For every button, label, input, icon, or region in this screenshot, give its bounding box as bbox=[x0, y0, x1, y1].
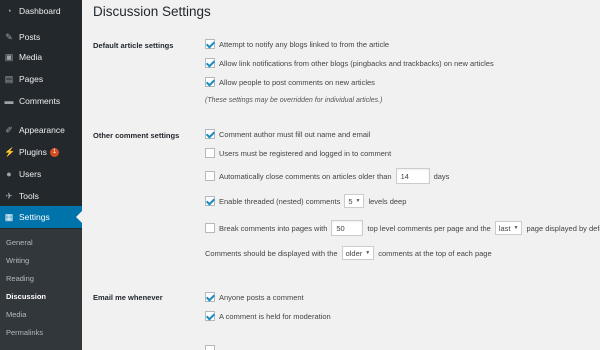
held-moderation-checkbox[interactable] bbox=[205, 311, 215, 321]
registered-option[interactable]: Users must be registered and logged in t… bbox=[205, 148, 391, 158]
sidebar-item-plugins[interactable]: ⚡ Plugins 1 bbox=[0, 141, 82, 163]
sidebar-item-label: Pages bbox=[19, 74, 44, 84]
link-notifications-option[interactable]: Allow link notifications from other blog… bbox=[205, 58, 494, 68]
option-label: levels deep bbox=[368, 196, 407, 206]
display-order-row: Comments should be displayed with the ol… bbox=[205, 246, 492, 260]
option-label: Comment author must fill out name and em… bbox=[219, 129, 371, 139]
anyone-posts-option[interactable]: Anyone posts a comment bbox=[205, 292, 304, 302]
option-label: page displayed by default bbox=[526, 223, 600, 233]
sidebar-item-pages[interactable]: ▤ Pages bbox=[0, 68, 82, 90]
option-label: Break comments into pages with bbox=[219, 223, 328, 233]
submenu-item-media[interactable]: Media bbox=[6, 310, 26, 319]
sidebar-item-users[interactable]: ● Users bbox=[0, 163, 82, 185]
submenu-item-general[interactable]: General bbox=[6, 238, 33, 247]
threaded-comments-option[interactable]: Enable threaded (nested) comments 5 ▼ lev… bbox=[205, 194, 406, 208]
sidebar-item-label: Posts bbox=[19, 32, 41, 42]
close-days-input[interactable]: 14 bbox=[395, 168, 430, 184]
submenu-item-writing[interactable]: Writing bbox=[6, 256, 29, 265]
sidebar-item-label: Plugins bbox=[19, 147, 47, 157]
option-label: top level comments per page and the bbox=[367, 223, 491, 233]
plugin-icon: ⚡ bbox=[4, 147, 16, 157]
option-label: days bbox=[433, 171, 450, 181]
sidebar-item-label: Appearance bbox=[19, 125, 65, 135]
notify-blogs-option[interactable]: Attempt to notify any blogs linked to fr… bbox=[205, 39, 389, 49]
next-option-checkbox[interactable] bbox=[205, 345, 215, 350]
chevron-down-icon: ▼ bbox=[355, 198, 361, 204]
default-page-select[interactable]: last ▼ bbox=[494, 221, 523, 235]
email-me-whenever-label: Email me whenever bbox=[93, 293, 163, 302]
sidebar-item-settings[interactable]: ▦ Settings bbox=[0, 206, 82, 228]
admin-sidebar: ◔ Dashboard ✎ Posts ▣ Media ▤ Pages ▬ Co… bbox=[0, 0, 82, 350]
sidebar-item-dashboard[interactable]: ◔ Dashboard bbox=[0, 0, 82, 22]
sidebar-item-posts[interactable]: ✎ Posts bbox=[0, 26, 82, 48]
default-page-value: last bbox=[498, 223, 511, 233]
comment-order-select[interactable]: older ▼ bbox=[341, 246, 375, 260]
thread-depth-value: 5 bbox=[348, 196, 353, 206]
sidebar-item-tools[interactable]: ✈ Tools bbox=[0, 185, 82, 207]
comment-icon: ▬ bbox=[4, 96, 14, 106]
option-label: A comment is held for moderation bbox=[219, 311, 331, 321]
user-icon: ● bbox=[6, 169, 12, 179]
option-label: Attempt to notify any blogs linked to fr… bbox=[219, 39, 390, 49]
settings-icon: ▦ bbox=[4, 212, 14, 222]
link-notifications-checkbox[interactable] bbox=[205, 58, 215, 68]
brush-icon: ✐ bbox=[5, 125, 13, 135]
sidebar-item-appearance[interactable]: ✐ Appearance bbox=[0, 119, 82, 141]
sidebar-item-media[interactable]: ▣ Media bbox=[0, 46, 82, 68]
pin-icon: ✎ bbox=[5, 32, 13, 42]
held-moderation-option[interactable]: A comment is held for moderation bbox=[205, 311, 331, 321]
anyone-posts-checkbox[interactable] bbox=[205, 292, 215, 302]
submenu-item-permalinks[interactable]: Permalinks bbox=[6, 328, 43, 337]
option-label: Comments should be displayed with the bbox=[205, 248, 338, 258]
sidebar-item-label: Tools bbox=[19, 191, 39, 201]
sidebar-item-label: Comments bbox=[19, 96, 61, 106]
allow-comments-option[interactable]: Allow people to post comments on new art… bbox=[205, 77, 375, 87]
author-fill-option[interactable]: Comment author must fill out name and em… bbox=[205, 129, 370, 139]
thread-depth-select[interactable]: 5 ▼ bbox=[344, 194, 365, 208]
plugin-update-badge: 1 bbox=[49, 147, 60, 157]
sidebar-item-label: Users bbox=[19, 169, 42, 179]
option-label: Allow people to post comments on new art… bbox=[219, 77, 375, 87]
option-label: comments at the top of each page bbox=[378, 248, 492, 258]
page-icon: ▤ bbox=[4, 74, 14, 84]
other-comment-settings-label: Other comment settings bbox=[93, 131, 180, 140]
sidebar-item-comments[interactable]: ▬ Comments bbox=[0, 90, 82, 112]
break-pages-option[interactable]: Break comments into pages with 50 top le… bbox=[205, 220, 600, 236]
auto-close-checkbox[interactable] bbox=[205, 171, 215, 181]
option-label: Users must be registered and logged in t… bbox=[219, 148, 392, 158]
chevron-down-icon: ▼ bbox=[365, 250, 371, 256]
comment-order-value: older bbox=[345, 248, 363, 258]
sidebar-item-label: Dashboard bbox=[19, 6, 61, 16]
option-label: Anyone posts a comment bbox=[219, 292, 304, 302]
wrench-icon: ✈ bbox=[5, 191, 13, 201]
override-note: (These settings may be overridden for in… bbox=[205, 97, 383, 104]
submenu-item-discussion[interactable]: Discussion bbox=[6, 292, 46, 301]
default-article-settings-label: Default article settings bbox=[93, 41, 174, 50]
break-pages-checkbox[interactable] bbox=[205, 223, 215, 233]
option-label: Allow link notifications from other blog… bbox=[219, 58, 494, 68]
page-title: Discussion Settings bbox=[93, 4, 211, 19]
auto-close-option[interactable]: Automatically close comments on articles… bbox=[205, 168, 449, 184]
sidebar-item-label: Settings bbox=[19, 212, 50, 222]
settings-submenu: General Writing Reading Discussion Media… bbox=[0, 229, 82, 350]
allow-comments-checkbox[interactable] bbox=[205, 77, 215, 87]
registered-checkbox[interactable] bbox=[205, 148, 215, 158]
option-label: Enable threaded (nested) comments bbox=[219, 196, 341, 206]
media-icon: ▣ bbox=[4, 52, 14, 62]
notify-blogs-checkbox[interactable] bbox=[205, 39, 215, 49]
submenu-item-reading[interactable]: Reading bbox=[6, 274, 34, 283]
author-fill-checkbox[interactable] bbox=[205, 129, 215, 139]
chevron-down-icon: ▼ bbox=[513, 225, 519, 231]
option-label: Automatically close comments on articles… bbox=[219, 171, 392, 181]
threaded-comments-checkbox[interactable] bbox=[205, 196, 215, 206]
comments-per-page-input[interactable]: 50 bbox=[331, 220, 364, 236]
dashboard-icon: ◔ bbox=[6, 6, 12, 16]
sidebar-item-label: Media bbox=[19, 52, 43, 62]
